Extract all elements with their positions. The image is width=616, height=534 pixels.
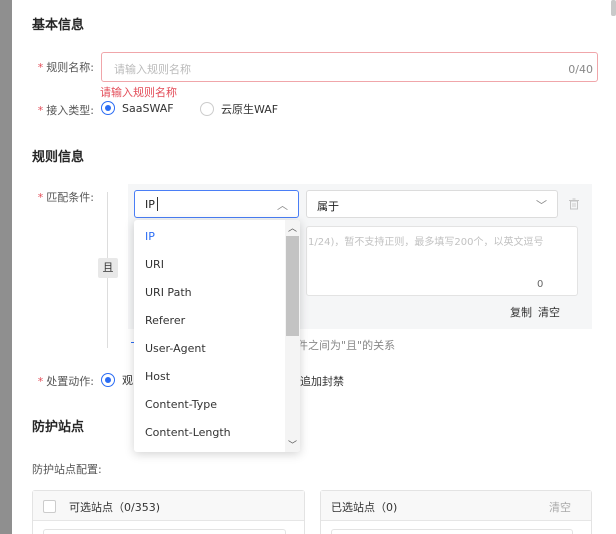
select-all-checkbox[interactable]: [43, 500, 56, 513]
required-mark: *: [37, 191, 44, 204]
rule-name-input[interactable]: 请输入规则名称 0/40: [101, 52, 598, 82]
copy-link[interactable]: 复制: [510, 304, 532, 320]
condition-relation-hint: 件之间为"且"的关系: [297, 339, 396, 352]
dropdown-option-referer[interactable]: Referer: [134, 307, 300, 335]
protect-sites-title: 防护站点: [32, 420, 85, 435]
dropdown-list: IP URI URI Path Referer User-Agent Host …: [134, 220, 300, 447]
action-option-append-ban[interactable]: 追加封禁: [300, 373, 344, 389]
panel-scrollbar[interactable]: [611, 0, 616, 16]
radio-action-observe[interactable]: 观: [101, 372, 133, 388]
scroll-up-icon[interactable]: ︿: [288, 221, 297, 234]
access-type-label: * 接入类型:: [37, 104, 94, 117]
textarea-counter: 0: [537, 279, 544, 290]
rule-form-panel: 基本信息 * 规则名称: 请输入规则名称 0/40 请输入规则名称 * 接入类型: …: [12, 0, 616, 534]
basic-info-title: 基本信息: [32, 18, 85, 33]
action-label: * 处置动作:: [37, 375, 94, 388]
radio-dot-checked: [101, 101, 115, 115]
chevron-down-icon: ﹀: [536, 199, 547, 212]
match-condition-label: * 匹配条件:: [37, 191, 94, 204]
chevron-up-icon: ︿: [277, 199, 288, 212]
rule-name-error: 请输入规则名称: [100, 86, 177, 99]
radio-dot-checked: [101, 373, 115, 387]
clear-link[interactable]: 清空: [538, 304, 560, 320]
radio-cloud-native-waf[interactable]: 云原生WAF: [200, 101, 278, 117]
selected-sites-header: 已选站点（0) 清空: [321, 491, 591, 521]
dropdown-option-host[interactable]: Host: [134, 363, 300, 391]
dropdown-option-ip[interactable]: IP: [134, 223, 300, 251]
text-cursor: [157, 197, 158, 211]
and-badge[interactable]: 且: [98, 258, 118, 278]
rule-name-label: * 规则名称:: [37, 61, 94, 74]
available-sites-header: 可选站点（0/353): [33, 491, 304, 521]
dropdown-option-content-length[interactable]: Content-Length: [134, 419, 300, 447]
available-sites-title: 可选站点（0/353): [69, 501, 160, 514]
required-mark: *: [37, 61, 44, 74]
radio-dot: [200, 102, 214, 116]
textarea-placeholder: 1/24)，暂不支持正则，最多填写200个，以英文逗号: [308, 237, 544, 248]
required-mark: *: [37, 375, 44, 388]
selected-sites-search[interactable]: [331, 529, 573, 534]
selected-sites-title: 已选站点（0): [331, 501, 398, 514]
dropdown-option-uri[interactable]: URI: [134, 251, 300, 279]
radio-saaswaf[interactable]: SaaSWAF: [101, 101, 174, 115]
rule-name-counter: 0/40: [568, 63, 593, 76]
protect-sites-config-label: 防护站点配置:: [32, 463, 102, 476]
scroll-down-icon[interactable]: ﹀: [288, 438, 297, 451]
rule-info-title: 规则信息: [32, 150, 85, 165]
required-mark: *: [37, 104, 44, 117]
available-sites-search[interactable]: [43, 529, 286, 534]
trash-icon[interactable]: [568, 198, 580, 210]
selected-sites-panel: 已选站点（0) 清空: [320, 490, 592, 534]
dropdown-option-uri-path[interactable]: URI Path: [134, 279, 300, 307]
dropdown-option-content-type[interactable]: Content-Type: [134, 391, 300, 419]
operator-select[interactable]: 属于 ﹀: [306, 190, 558, 218]
dropdown-scrollbar[interactable]: ︿ ﹀: [285, 220, 300, 452]
available-sites-panel: 可选站点（0/353): [32, 490, 305, 534]
match-field-dropdown: IP URI URI Path Referer User-Agent Host …: [134, 220, 300, 452]
dropdown-option-user-agent[interactable]: User-Agent: [134, 335, 300, 363]
rule-name-placeholder: 请输入规则名称: [114, 63, 191, 76]
selected-sites-clear[interactable]: 清空: [549, 499, 571, 515]
match-field-select[interactable]: IP ︿: [134, 190, 299, 218]
dropdown-scroll-thumb[interactable]: [286, 236, 299, 336]
